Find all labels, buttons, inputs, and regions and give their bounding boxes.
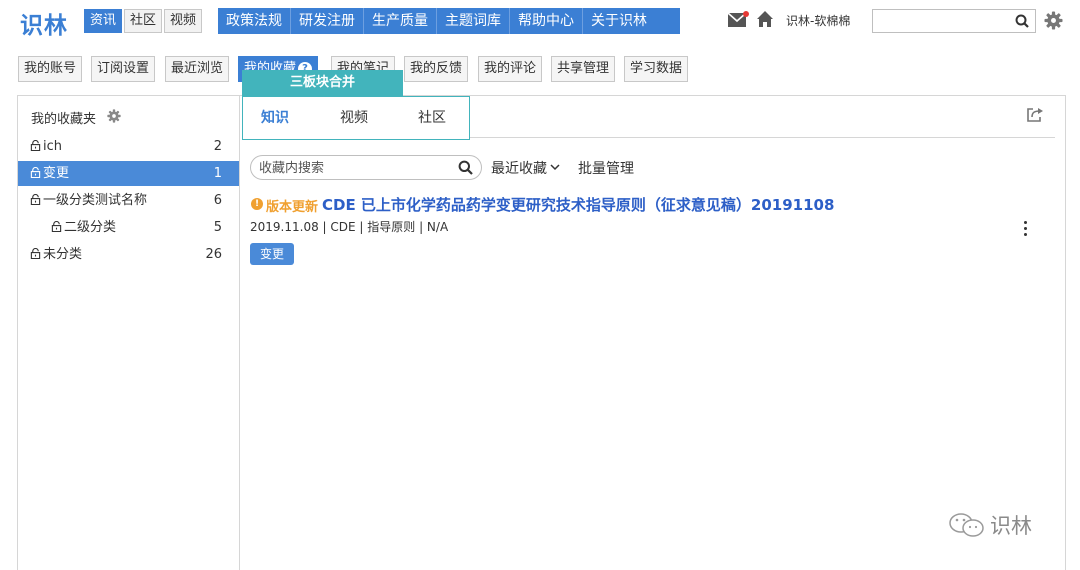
sort-label: 最近收藏 <box>491 161 547 177</box>
user-name[interactable]: 识林-软棉棉 <box>786 12 850 29</box>
content-divider <box>470 137 1055 138</box>
gear-icon[interactable] <box>1044 11 1063 30</box>
lock-icon <box>30 248 41 259</box>
tab-knowledge[interactable]: 知识 <box>261 107 289 127</box>
folder-count: 2 <box>213 139 222 154</box>
merge-banner: 三板块合并 <box>242 70 403 96</box>
folder-uncategorized[interactable]: 未分类 26 <box>18 242 239 267</box>
item-title-link[interactable]: CDE 已上市化学药品药学变更研究技术指导原则（征求意见稿）20191108 <box>322 194 834 215</box>
folder-count: 26 <box>205 247 222 262</box>
folder-count: 5 <box>213 220 222 235</box>
more-options-icon[interactable] <box>1021 218 1029 240</box>
subtab-subscription[interactable]: 订阅设置 <box>91 56 156 82</box>
exclamation-icon: ! <box>251 198 263 210</box>
search-icon[interactable] <box>458 160 473 175</box>
subtab-comments[interactable]: 我的评论 <box>478 56 543 82</box>
sort-dropdown[interactable]: 最近收藏 <box>491 158 560 178</box>
folder-label: ich <box>43 139 62 154</box>
lock-icon <box>30 194 41 205</box>
folder-change[interactable]: 变更 1 <box>18 161 239 186</box>
nav-production[interactable]: 生产质量 <box>364 8 437 34</box>
folder-count: 1 <box>213 166 222 181</box>
item-folder-badge[interactable]: 变更 <box>250 243 295 265</box>
folder-label: 变更 <box>43 166 70 181</box>
subtab-learning[interactable]: 学习数据 <box>624 56 689 82</box>
sidebar-title: 我的收藏夹 <box>31 112 97 127</box>
nav-help[interactable]: 帮助中心 <box>510 8 583 34</box>
watermark-text: 识林 <box>990 514 1032 538</box>
update-tag: 版本更新 <box>266 200 319 215</box>
nav-policy[interactable]: 政策法规 <box>218 8 291 34</box>
subtab-recent[interactable]: 最近浏览 <box>165 56 230 82</box>
subtab-sharing[interactable]: 共享管理 <box>551 56 616 82</box>
notification-dot <box>743 11 749 17</box>
item-meta: 2019.11.08 | CDE | 指导原则 | N/A <box>250 220 449 234</box>
main-nav: 政策法规 研发注册 生产质量 主题词库 帮助中心 关于识林 <box>218 8 680 34</box>
favorites-search <box>250 155 482 180</box>
share-icon[interactable] <box>1026 107 1044 123</box>
nav-about[interactable]: 关于识林 <box>583 8 655 34</box>
nav-rd[interactable]: 研发注册 <box>291 8 364 34</box>
lock-icon <box>30 140 41 151</box>
folder-count: 6 <box>213 193 222 208</box>
top-search <box>872 9 1036 33</box>
app-logo[interactable]: 识林 <box>20 6 68 40</box>
subtab-account[interactable]: 我的账号 <box>18 56 83 82</box>
folder-level2[interactable]: 二级分类 5 <box>18 215 239 240</box>
chevron-down-icon <box>550 164 560 171</box>
favorites-search-input[interactable] <box>259 158 449 178</box>
folder-label: 未分类 <box>43 247 83 262</box>
folder-label: 一级分类测试名称 <box>43 193 148 208</box>
gear-icon[interactable] <box>107 109 121 123</box>
lock-icon <box>30 167 41 178</box>
home-icon[interactable] <box>756 10 774 28</box>
folder-ich[interactable]: ich 2 <box>18 134 239 159</box>
favorites-sidebar: 我的收藏夹 ich 2 变更 1 一级分类测试名称 6 二级分类 5 未分类 2… <box>18 96 240 570</box>
lock-icon <box>51 221 62 232</box>
content-tabs: 知识 视频 社区 <box>242 96 470 140</box>
search-icon[interactable] <box>1015 14 1029 28</box>
subtab-feedback[interactable]: 我的反馈 <box>404 56 469 82</box>
batch-manage-button[interactable]: 批量管理 <box>578 158 634 178</box>
mode-tab-community[interactable]: 社区 <box>124 9 163 33</box>
folder-level1[interactable]: 一级分类测试名称 6 <box>18 188 239 213</box>
mode-tab-video[interactable]: 视频 <box>164 9 203 33</box>
mode-tab-news[interactable]: 资讯 <box>84 9 123 33</box>
nav-thesaurus[interactable]: 主题词库 <box>437 8 510 34</box>
tab-community[interactable]: 社区 <box>418 107 446 127</box>
folder-label: 二级分类 <box>64 220 117 235</box>
tab-video[interactable]: 视频 <box>340 107 368 127</box>
top-search-input[interactable] <box>873 10 1013 32</box>
